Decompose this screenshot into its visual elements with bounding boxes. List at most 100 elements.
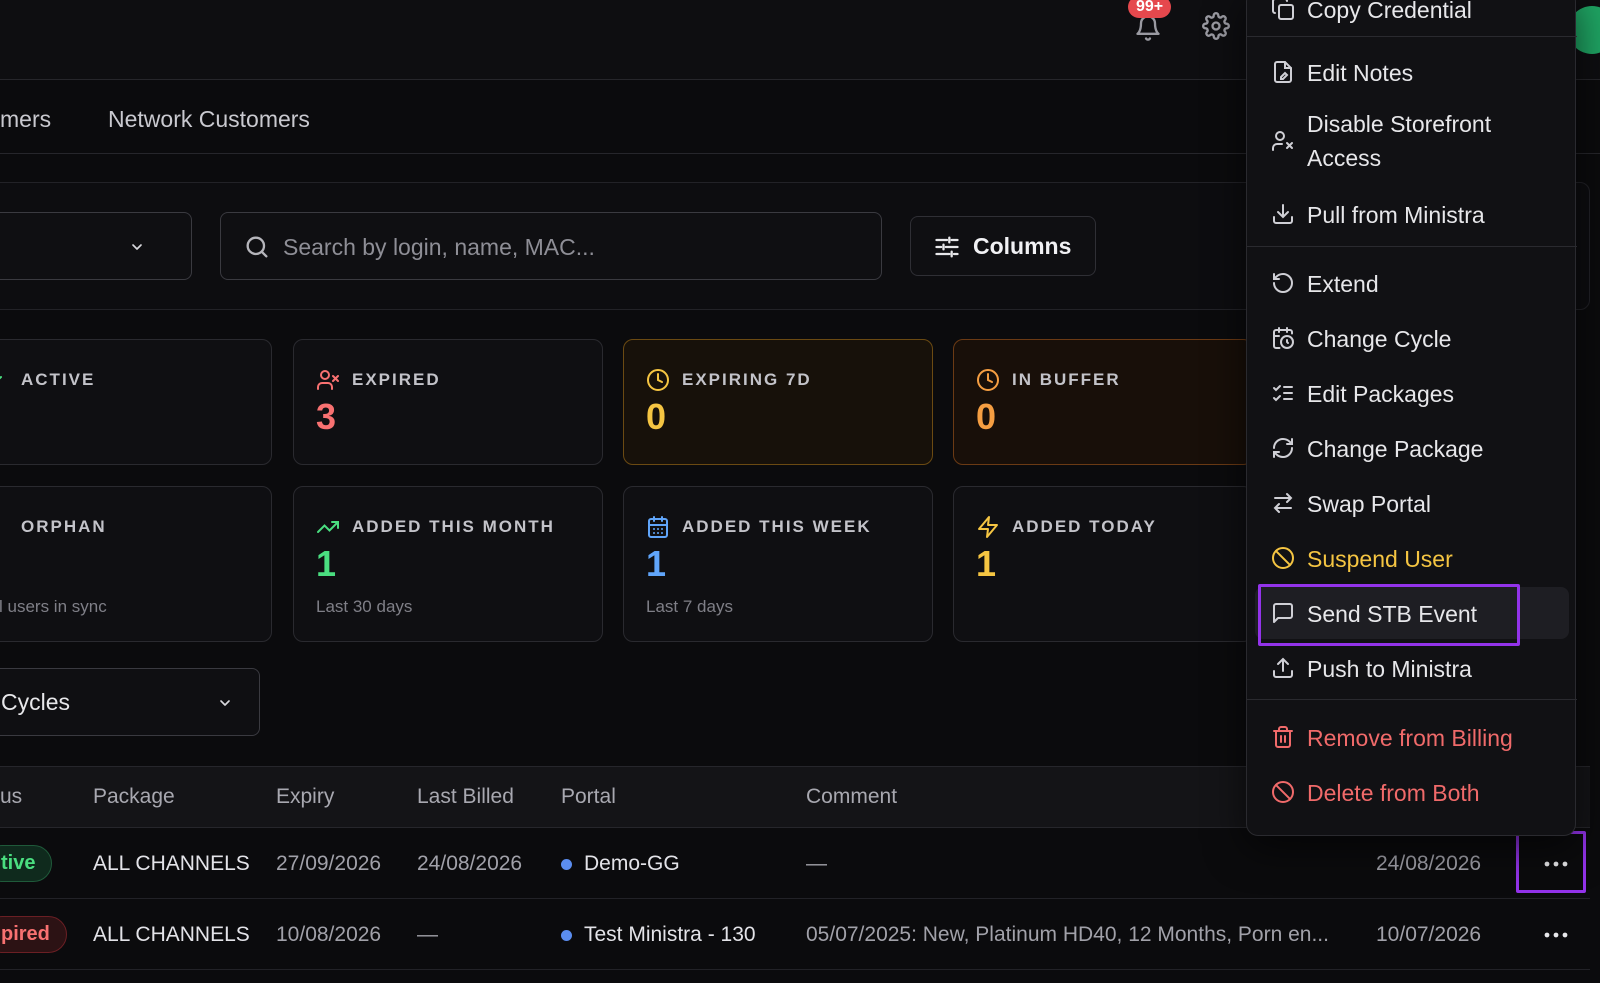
refresh-icon [1273,437,1293,459]
menu-item-label: Swap Portal [1307,491,1432,517]
last-billed-cell: 24/08/2026 [417,852,523,875]
comment-cell: 05/07/2025: New, Platinum HD40, 12 Month… [806,923,1329,946]
stat-subtext: l users in sync [0,597,107,616]
package-cell: ALL CHANNELS [93,852,250,875]
stat-label: ADDED THIS WEEK [682,517,872,536]
chevron-down-icon [132,244,142,250]
search-field[interactable] [220,212,882,280]
menu-item-push-to-ministra[interactable]: Push to Ministra [1247,642,1577,694]
menu-item-remove-from-billing[interactable]: Remove from Billing [1247,711,1577,763]
more-horizontal-icon[interactable] [1538,917,1574,953]
menu-item-label: Change Package [1307,436,1484,462]
date-cell: 10/07/2026 [1376,923,1482,946]
tab-customers[interactable]: mers [0,106,51,133]
menu-item-change-package[interactable]: Change Package [1247,422,1577,474]
stat-label: ACTIVE [21,370,96,389]
portal-cell: Demo-GG [561,852,680,876]
stat-subtext: Last 30 days [316,597,413,616]
stat-card-in-buffer[interactable]: IN BUFFER 0 [953,339,1253,465]
stat-card-added-month[interactable]: ADDED THIS MONTH 1 Last 30 days [293,486,603,642]
column-header-status[interactable]: us [0,785,22,809]
copy-icon [1272,0,1294,20]
column-header-last-billed[interactable]: Last Billed [417,785,514,809]
menu-item-label: Change Cycle [1307,326,1452,352]
clock-icon [977,369,999,391]
table-row[interactable]: tive ALL CHANNELS 27/09/2026 24/08/2026 … [0,829,1590,899]
package-cell: ALL CHANNELS [93,923,250,946]
trash-icon [1273,726,1293,748]
notification-badge: 99+ [1128,0,1172,18]
menu-item-delete-from-both[interactable]: Delete from Both [1247,766,1577,818]
trending-up-icon [317,521,339,533]
columns-button[interactable]: Columns [910,216,1096,276]
menu-item-disable-storefront[interactable]: Disable Storefront Access [1247,107,1577,175]
stat-value: 0 [976,396,997,437]
column-header-package[interactable]: Package [93,785,175,809]
menu-item-extend[interactable]: Extend [1247,257,1577,309]
menu-item-label: Suspend User [1307,546,1453,572]
stat-card-added-today[interactable]: ADDED TODAY 1 [953,486,1253,642]
ban-icon [1272,781,1294,803]
gear-icon[interactable] [1202,12,1230,40]
stat-card-added-week[interactable]: ADDED THIS WEEK 1 Last 7 days [623,486,933,642]
swap-icon [1273,493,1293,513]
menu-item-label: Delete from Both [1307,780,1480,806]
column-header-portal[interactable]: Portal [561,785,616,809]
column-header-comment[interactable]: Comment [806,785,897,809]
menu-item-label: Edit Packages [1307,381,1455,407]
edit-note-icon [1274,61,1292,83]
stat-label: IN BUFFER [1012,370,1121,389]
search-icon [246,236,268,258]
search-input[interactable] [283,227,863,267]
menu-item-suspend-user[interactable]: Suspend User [1247,532,1577,584]
user-lock-icon [1272,131,1293,151]
menu-item-highlight [1258,584,1520,646]
menu-item-change-cycle[interactable]: Change Cycle [1247,312,1577,364]
user-question-icon [0,515,1,539]
download-icon [1273,204,1293,224]
user-x-icon [317,370,339,390]
tab-network-customers[interactable]: Network Customers [108,106,310,133]
bell-icon[interactable] [1134,14,1162,42]
menu-item-label: Edit Notes [1307,60,1414,86]
clock-icon [647,369,669,391]
stat-value: 1 [316,543,337,584]
row-actions-menu: Copy Credential Edit Notes Disable Store… [1246,0,1577,836]
comment-cell: — [806,852,827,875]
row-actions-highlight [1516,831,1586,893]
status-select[interactable] [0,212,192,280]
stat-card-expired[interactable]: EXPIRED 3 [293,339,603,465]
stat-label: EXPIRING 7D [682,370,812,389]
last-billed-cell: — [417,923,438,946]
menu-item-swap-portal[interactable]: Swap Portal [1247,477,1577,529]
list-checks-icon [1273,385,1293,402]
calendar-clock-icon [1273,327,1294,349]
portal-dot [561,858,572,870]
user-check-icon [0,376,2,380]
stat-value: 0 [646,396,667,437]
menu-item-copy-credential[interactable]: Copy Credential [1247,0,1577,35]
menu-item-label: Push to Ministra [1307,656,1472,682]
rotate-ccw-icon [1273,272,1293,293]
stat-card-orphan[interactable]: ORPHAN 0 l users in sync [0,486,272,642]
zap-icon [978,516,998,538]
menu-item-label: Pull from Ministra [1307,202,1485,228]
menu-item-pull-from-ministra[interactable]: Pull from Ministra [1247,188,1577,240]
portal-name: Demo-GG [584,852,680,875]
chevron-down-icon [220,700,230,706]
stat-value: 1 [646,543,667,584]
cycles-select[interactable]: Cycles [0,668,260,736]
menu-item-edit-notes[interactable]: Edit Notes [1247,46,1577,98]
calendar-icon [648,516,668,538]
menu-item-label: Disable Storefront Access [1307,111,1492,171]
portal-dot [561,929,572,941]
table-row[interactable]: pired ALL CHANNELS 10/08/2026 — Test Min… [0,900,1590,970]
menu-divider [1247,699,1577,700]
status-badge: pired [0,916,67,953]
column-header-expiry[interactable]: Expiry [276,785,334,809]
menu-item-edit-packages[interactable]: Edit Packages [1247,367,1577,419]
stat-card-active[interactable]: ACTIVE 2 [0,339,272,465]
stat-label: ADDED TODAY [1012,517,1157,536]
stat-card-expiring[interactable]: EXPIRING 7D 0 [623,339,933,465]
ban-icon [1272,547,1294,569]
